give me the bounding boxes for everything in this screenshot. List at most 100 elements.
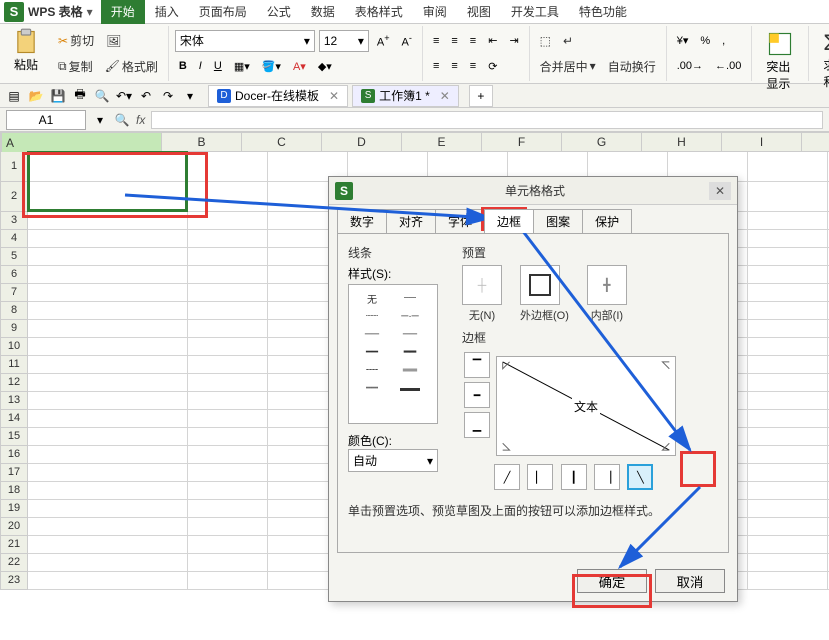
dialog-tab-保护[interactable]: 保护 [582, 209, 632, 233]
row-header[interactable]: 9 [0, 320, 28, 338]
cell[interactable] [748, 338, 828, 356]
doc-close-button[interactable]: ✕ [329, 89, 339, 103]
cell[interactable] [28, 572, 188, 590]
column-header-B[interactable]: B [162, 132, 242, 152]
underline-button[interactable]: U [210, 58, 226, 74]
row-header[interactable]: 5 [0, 248, 28, 266]
column-header-F[interactable]: F [482, 132, 562, 152]
cell[interactable] [188, 464, 268, 482]
dialog-tab-图案[interactable]: 图案 [533, 209, 583, 233]
row-header[interactable]: 2 [0, 182, 28, 212]
cell[interactable] [188, 392, 268, 410]
add-doc-button[interactable]: + [469, 85, 493, 107]
line-style-heavy[interactable]: ▬▬ [391, 379, 429, 397]
cell[interactable] [28, 230, 188, 248]
row-header[interactable]: 1 [0, 152, 28, 182]
cell[interactable] [748, 230, 828, 248]
column-header-D[interactable]: D [322, 132, 402, 152]
highlight-button[interactable]: 突出显示 [758, 28, 802, 94]
align-bottom-button[interactable]: ≡ [466, 33, 480, 49]
cell[interactable] [188, 374, 268, 392]
cell[interactable] [748, 536, 828, 554]
line-style-dashwide[interactable]: ┅┅ [353, 379, 391, 397]
row-header[interactable]: 23 [0, 572, 28, 590]
cell[interactable] [188, 500, 268, 518]
name-box-drop-icon[interactable]: ▾ [92, 112, 108, 128]
preset-outline-button[interactable] [520, 265, 560, 305]
comma-button[interactable]: , [718, 33, 729, 49]
decrease-font-button[interactable]: A- [398, 31, 416, 51]
redo-icon[interactable]: ↷ [160, 88, 176, 104]
cell[interactable] [748, 446, 828, 464]
dialog-tab-对齐[interactable]: 对齐 [386, 209, 436, 233]
formula-input[interactable] [151, 111, 823, 129]
line-style-dashdot[interactable]: ─·─ [391, 307, 429, 325]
cell[interactable] [188, 230, 268, 248]
cell[interactable] [188, 284, 268, 302]
line-style-list[interactable]: 无 ┄┄ ┈┈ ─·─ ── ── ━━ ━━ ╌╌ ══ ┅┅ ▬▬ [348, 284, 438, 424]
cell[interactable] [28, 266, 188, 284]
line-style-med[interactable]: ━━ [353, 343, 391, 361]
name-box[interactable]: A1 [6, 110, 86, 130]
cell[interactable] [188, 554, 268, 572]
cell[interactable] [748, 518, 828, 536]
cell[interactable] [748, 410, 828, 428]
menu-tab-公式[interactable]: 公式 [257, 0, 301, 24]
cell[interactable] [28, 446, 188, 464]
format-painter-button[interactable]: 🖌 格式刷 [101, 56, 162, 77]
ok-button[interactable]: 确定 [577, 569, 647, 593]
currency-button[interactable]: ¥▾ [673, 32, 693, 49]
row-header[interactable]: 18 [0, 482, 28, 500]
row-header[interactable]: 7 [0, 284, 28, 302]
row-header[interactable]: 17 [0, 464, 28, 482]
cell[interactable] [748, 464, 828, 482]
row-header[interactable]: 3 [0, 212, 28, 230]
cell[interactable] [748, 482, 828, 500]
cell[interactable] [188, 320, 268, 338]
increase-font-button[interactable]: A+ [373, 31, 394, 51]
cell[interactable] [188, 212, 268, 230]
dialog-tab-边框[interactable]: 边框 [484, 209, 534, 233]
cell[interactable] [188, 152, 268, 182]
row-header[interactable]: 16 [0, 446, 28, 464]
align-middle-button[interactable]: ≡ [447, 33, 461, 49]
column-header-C[interactable]: C [242, 132, 322, 152]
print-preview-icon[interactable]: 🔍 [94, 88, 110, 104]
doc-close-button[interactable]: ✕ [440, 89, 450, 103]
cell[interactable] [28, 212, 188, 230]
row-header[interactable]: 10 [0, 338, 28, 356]
cell[interactable] [188, 572, 268, 590]
menu-tab-表格样式[interactable]: 表格样式 [345, 0, 413, 24]
dialog-close-button[interactable]: ✕ [709, 182, 731, 200]
cell[interactable] [188, 338, 268, 356]
line-style-thick[interactable]: ━━ [391, 343, 429, 361]
fill-color-button[interactable]: 🪣▾ [258, 58, 285, 75]
italic-button[interactable]: I [195, 58, 206, 74]
cell[interactable] [748, 572, 828, 590]
column-header-I[interactable]: I [722, 132, 802, 152]
dialog-tab-字体[interactable]: 字体 [435, 209, 485, 233]
cell[interactable] [188, 518, 268, 536]
open-icon[interactable]: 📂 [28, 88, 44, 104]
border-hmid-button[interactable]: ━ [464, 382, 490, 408]
border-left-button[interactable]: ▏ [527, 464, 553, 490]
cut-button[interactable]: ✂ 剪切 [54, 30, 98, 51]
cell-style-button[interactable]: ◆▾ [314, 58, 336, 75]
cell[interactable] [188, 482, 268, 500]
sum-button[interactable]: Σ 求和 [815, 28, 829, 92]
column-header-G[interactable]: G [562, 132, 642, 152]
cell[interactable] [28, 554, 188, 572]
new-icon[interactable]: ▤ [6, 88, 22, 104]
align-right-button[interactable]: ≡ [466, 58, 480, 74]
dialog-tab-数字[interactable]: 数字 [337, 209, 387, 233]
cell[interactable] [748, 500, 828, 518]
orientation-button[interactable]: ⟳ [484, 58, 501, 75]
cell[interactable] [748, 428, 828, 446]
line-style-dot[interactable]: ┈┈ [353, 307, 391, 325]
cell[interactable] [188, 248, 268, 266]
row-header[interactable]: 13 [0, 392, 28, 410]
cell[interactable] [748, 212, 828, 230]
menu-tab-视图[interactable]: 视图 [457, 0, 501, 24]
row-header[interactable]: 14 [0, 410, 28, 428]
menu-tab-开始[interactable]: 开始 [101, 0, 145, 24]
